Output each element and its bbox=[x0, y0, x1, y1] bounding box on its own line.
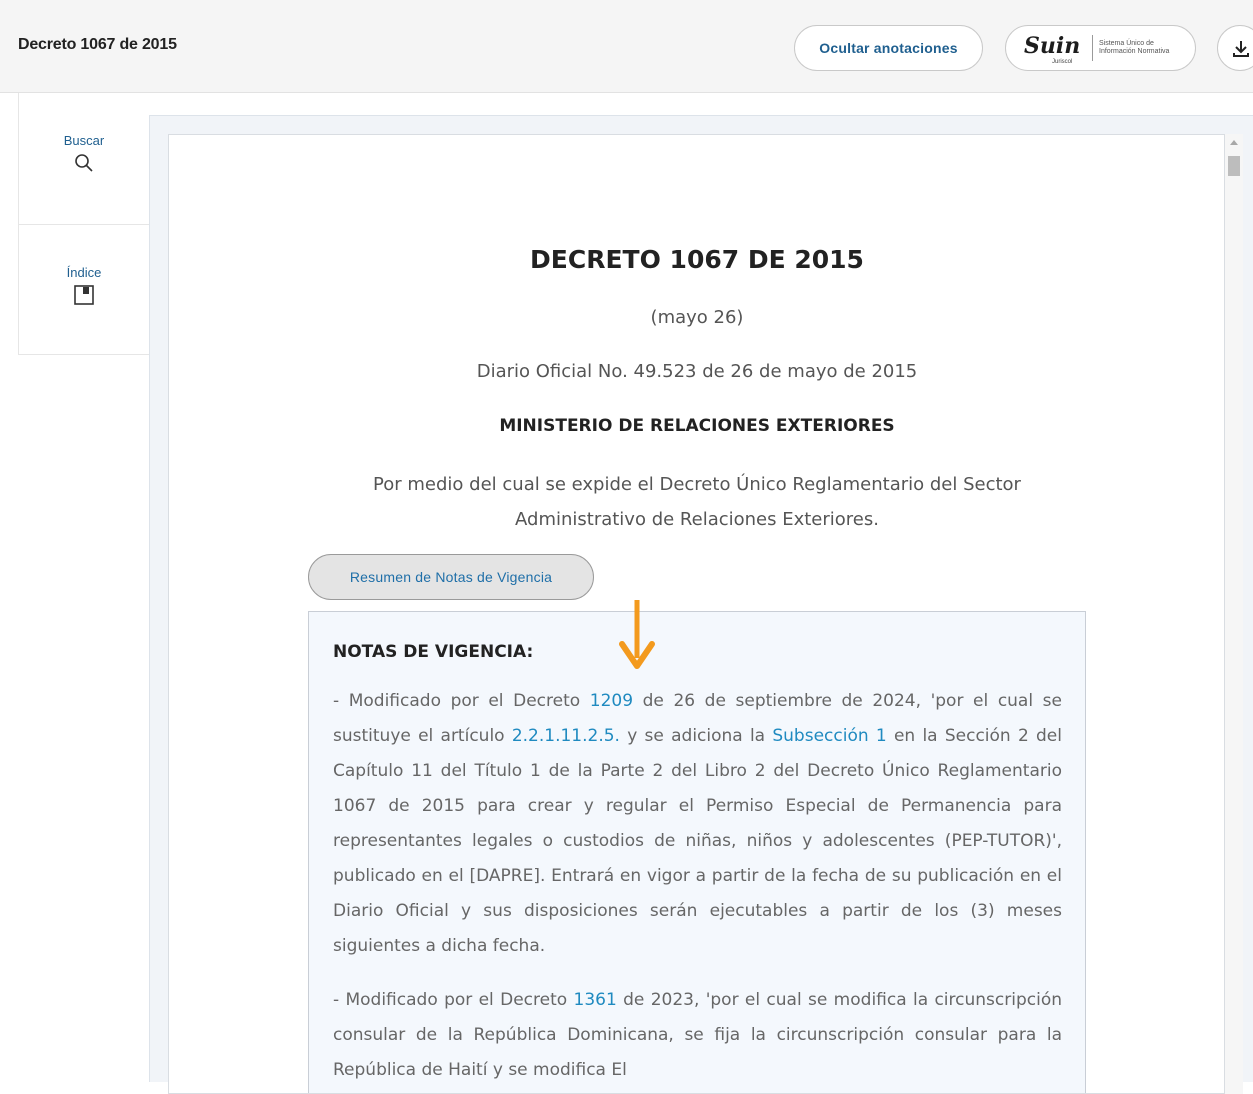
article-link[interactable]: 2.2.1.11.2.5. bbox=[512, 726, 620, 746]
scroll-thumb[interactable] bbox=[1228, 156, 1240, 176]
note-item: - Modificado por el Decreto 1361 de 2023… bbox=[333, 983, 1062, 1088]
note-item: - Modificado por el Decreto 1209 de 26 d… bbox=[333, 684, 1062, 964]
decree-description-line1: Por medio del cual se expide el Decreto … bbox=[373, 474, 1021, 495]
notes-title: NOTAS DE VIGENCIA: bbox=[333, 642, 534, 662]
download-button[interactable] bbox=[1217, 25, 1253, 71]
top-bar: Decreto 1067 de 2015 Ocultar anotaciones… bbox=[0, 0, 1253, 93]
suin-caption-line2: Información Normativa bbox=[1099, 48, 1170, 55]
suin-logo-subtext: Juriscol bbox=[1052, 59, 1072, 65]
decree-link[interactable]: 1361 bbox=[574, 990, 617, 1010]
validity-notes-box: NOTAS DE VIGENCIA: - Modificado por el D… bbox=[308, 611, 1086, 1093]
bookmark-icon bbox=[74, 285, 94, 305]
subsection-link[interactable]: Subsección 1 bbox=[772, 726, 886, 746]
document-page: DECRETO 1067 DE 2015 (mayo 26) Diario Of… bbox=[168, 134, 1225, 1094]
suin-juriscol-button[interactable]: Suin Juriscol Sistema Único de Informaci… bbox=[1005, 25, 1196, 71]
hide-annotations-button[interactable]: Ocultar anotaciones bbox=[794, 25, 983, 71]
download-icon bbox=[1233, 41, 1249, 57]
document-viewer: DECRETO 1067 DE 2015 (mayo 26) Diario Of… bbox=[149, 115, 1253, 1094]
sidebar-item-label: Índice bbox=[66, 265, 102, 280]
side-panel: Buscar Índice bbox=[18, 93, 149, 355]
gazette-reference: Diario Oficial No. 49.523 de 26 de mayo … bbox=[476, 361, 918, 382]
search-icon bbox=[75, 154, 93, 172]
sidebar-item-label: Buscar bbox=[63, 133, 105, 148]
suin-logo: Suin Juriscol bbox=[1024, 33, 1080, 65]
suin-divider bbox=[1092, 35, 1093, 61]
note-text: - Modificado por el Decreto bbox=[333, 691, 590, 711]
sidebar-item-search[interactable]: Buscar bbox=[19, 93, 149, 224]
decree-description-line2: Administrativo de Relaciones Exteriores. bbox=[515, 509, 879, 530]
suin-caption-line1: Sistema Único de bbox=[1099, 40, 1154, 47]
sidebar-item-index[interactable]: Índice bbox=[19, 224, 149, 355]
summary-notes-button[interactable]: Resumen de Notas de Vigencia bbox=[308, 554, 594, 600]
note-text: y se adiciona la bbox=[619, 726, 773, 746]
decree-date: (mayo 26) bbox=[650, 307, 744, 328]
scroll-up-arrow[interactable] bbox=[1230, 140, 1238, 145]
ministry-heading: MINISTERIO DE RELACIONES EXTERIORES bbox=[499, 416, 895, 436]
decree-description: Por medio del cual se expide el Decreto … bbox=[308, 467, 1086, 537]
suin-logo-text: Suin bbox=[1024, 33, 1080, 59]
note-text: en la Sección 2 del Capítulo 11 del Títu… bbox=[333, 726, 1062, 956]
suin-caption: Sistema Único de Información Normativa bbox=[1099, 40, 1189, 56]
note-text: - Modificado por el Decreto bbox=[333, 990, 574, 1010]
document-title: Decreto 1067 de 2015 bbox=[18, 36, 177, 53]
decree-link[interactable]: 1209 bbox=[590, 691, 633, 711]
decree-title: DECRETO 1067 DE 2015 bbox=[530, 245, 864, 274]
arrow-down-icon bbox=[619, 600, 655, 669]
vertical-scrollbar[interactable] bbox=[1225, 134, 1243, 1094]
